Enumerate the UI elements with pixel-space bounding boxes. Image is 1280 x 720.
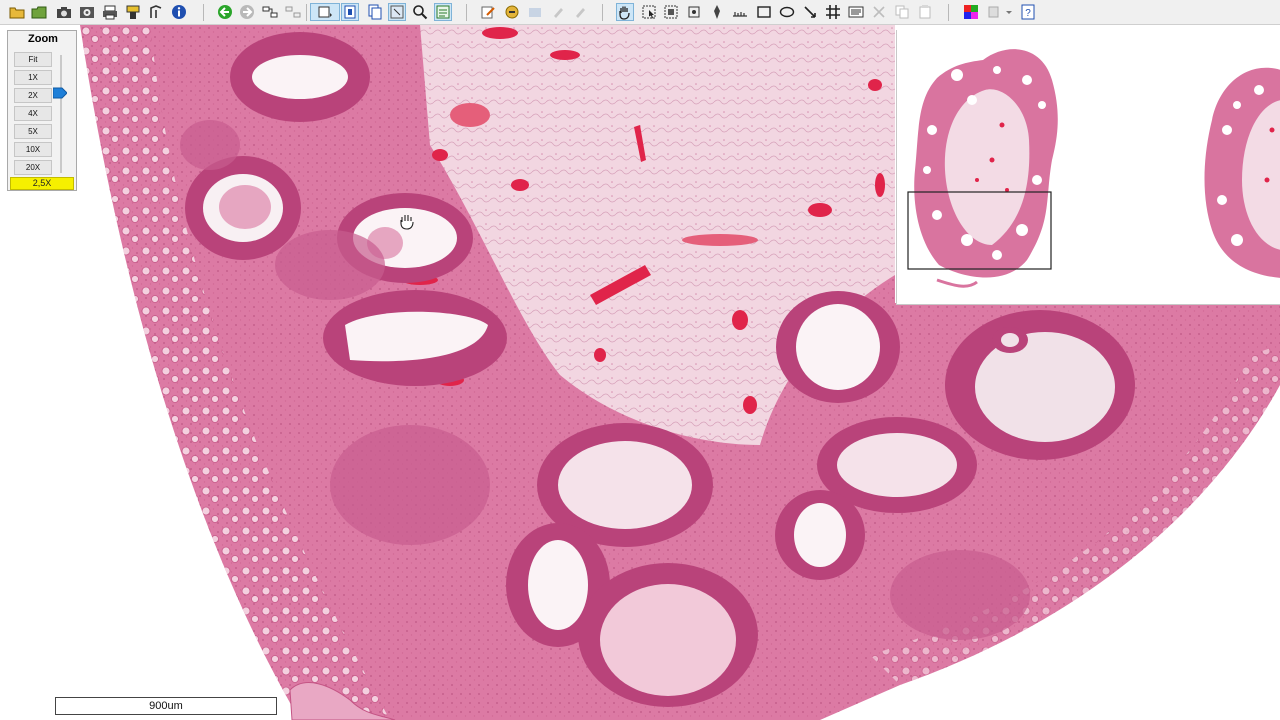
overview-section-left: [914, 49, 1058, 288]
zoom-10x-button[interactable]: 10X: [14, 142, 52, 157]
zoom-panel: Zoom Fit 1X 2X 4X 5X 10X 20X 2,5X: [7, 30, 77, 191]
snapshot-icon[interactable]: [78, 3, 96, 21]
refresh-icon[interactable]: [572, 3, 590, 21]
annotation-icon[interactable]: [388, 3, 406, 21]
text-box-icon[interactable]: [847, 3, 865, 21]
layout-icon[interactable]: [986, 3, 1016, 21]
tools-icon[interactable]: [124, 3, 142, 21]
grid-view-icon[interactable]: [434, 3, 452, 21]
zoom-5x-button[interactable]: 5X: [14, 124, 52, 139]
ellipse-icon[interactable]: [778, 3, 796, 21]
link-icon[interactable]: [261, 3, 279, 21]
export-icon[interactable]: [284, 3, 302, 21]
zoom-20x-button[interactable]: 20X: [14, 160, 52, 175]
pan-hand-icon[interactable]: [616, 3, 634, 21]
redo-icon[interactable]: [549, 3, 567, 21]
forward-icon[interactable]: [238, 3, 256, 21]
select-region-icon[interactable]: [310, 3, 340, 21]
zoom-4x-button[interactable]: 4X: [14, 106, 52, 121]
toolbar-separator: [602, 4, 603, 21]
zoom-slider-track[interactable]: [60, 55, 62, 173]
arrow-icon[interactable]: [801, 3, 819, 21]
zoom-fit-button[interactable]: Fit: [14, 52, 52, 67]
pen-tool-icon[interactable]: [708, 3, 726, 21]
slide-viewer[interactable]: [0, 25, 1280, 720]
overview-section-right: [1204, 67, 1280, 278]
camera-icon[interactable]: [55, 3, 73, 21]
zoom-current-level: 2,5X: [10, 177, 74, 190]
crop-icon[interactable]: [662, 3, 680, 21]
paste-icon[interactable]: [916, 3, 934, 21]
toolbar-separator: [948, 4, 949, 21]
print-icon[interactable]: [101, 3, 119, 21]
toolbar: ?: [0, 0, 1280, 25]
overview-thumbnail[interactable]: [896, 30, 1280, 305]
settings-icon[interactable]: [147, 3, 165, 21]
highlight-icon[interactable]: [503, 3, 521, 21]
toolbar-separator: [466, 4, 467, 21]
open-folder-icon[interactable]: [8, 3, 26, 21]
toolbar-separator: [203, 4, 204, 21]
zoom-1x-button[interactable]: 1X: [14, 70, 52, 85]
grid-icon[interactable]: [824, 3, 842, 21]
back-icon[interactable]: [216, 3, 234, 21]
measure-ruler-icon[interactable]: [731, 3, 749, 21]
toolbar-separator: [306, 4, 307, 21]
save-icon[interactable]: [30, 3, 48, 21]
zoom-2x-button[interactable]: 2X: [14, 88, 52, 103]
help-icon[interactable]: ?: [1019, 3, 1037, 21]
copy-icon[interactable]: [893, 3, 911, 21]
info-icon[interactable]: [170, 3, 188, 21]
scale-bar: 900um: [55, 697, 277, 715]
undo-icon[interactable]: [526, 3, 544, 21]
zoom-icon[interactable]: [411, 3, 429, 21]
svg-text:?: ?: [1025, 8, 1031, 19]
zoom-slider-thumb[interactable]: [53, 87, 67, 99]
scissors-icon[interactable]: [870, 3, 888, 21]
rectangle-icon[interactable]: [755, 3, 773, 21]
report-icon[interactable]: [366, 3, 384, 21]
pointer-icon[interactable]: [640, 3, 658, 21]
rectangle-select-icon[interactable]: [341, 3, 359, 21]
marker-icon[interactable]: [685, 3, 703, 21]
pen-icon[interactable]: [479, 3, 497, 21]
zoom-title: Zoom: [28, 33, 58, 45]
color-picker-icon[interactable]: [962, 3, 980, 21]
